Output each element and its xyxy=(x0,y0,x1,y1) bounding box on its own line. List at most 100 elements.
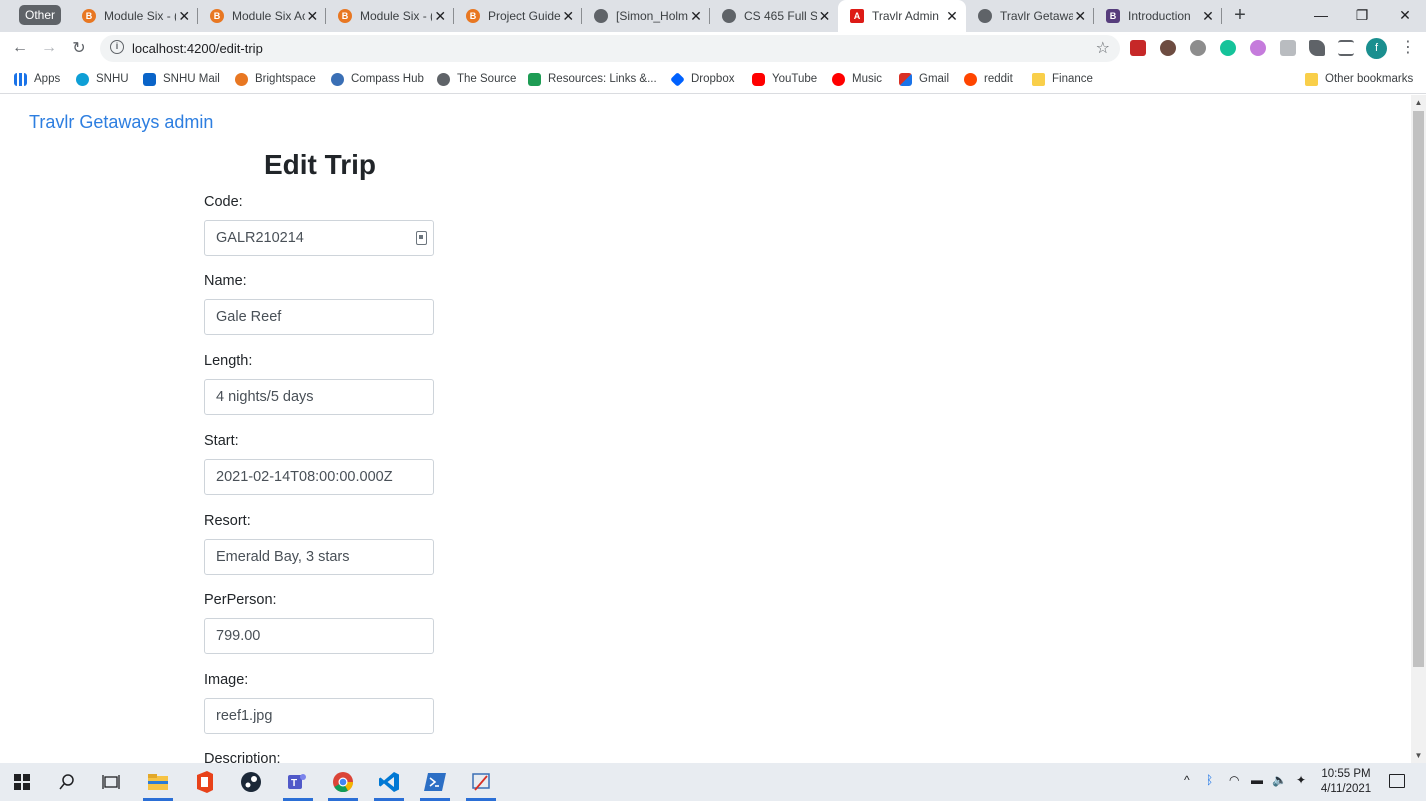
close-window-icon[interactable]: ✕ xyxy=(1384,0,1426,30)
close-tab-icon[interactable]: ✕ xyxy=(305,8,320,24)
chrome-menu-icon[interactable]: ⋮ xyxy=(1400,39,1416,57)
brand-link[interactable]: Travlr Getaways admin xyxy=(29,112,213,133)
restore-icon[interactable]: ❐ xyxy=(1341,0,1383,30)
bookmark-youtube[interactable]: YouTube xyxy=(752,70,817,88)
tab[interactable]: Travlr Getawa ✕ xyxy=(966,0,1094,32)
start-value: 2021-02-14T08:00:00.000Z xyxy=(216,469,393,485)
reading-list-icon[interactable] xyxy=(1338,40,1354,56)
bookmark-music[interactable]: Music xyxy=(832,70,882,88)
bookmark-resources[interactable]: Resources: Links &... xyxy=(528,70,657,88)
teams-icon[interactable]: T xyxy=(284,769,310,795)
scroll-up-icon[interactable]: ▲ xyxy=(1414,98,1423,107)
tab[interactable]: B Module Six - ( ✕ xyxy=(70,0,198,32)
bookmark-star-icon[interactable]: ☆ xyxy=(1096,38,1110,58)
snipping-tool-icon[interactable] xyxy=(468,769,494,795)
forward-icon[interactable]: → xyxy=(37,36,61,60)
tab[interactable]: B Project Guidel ✕ xyxy=(454,0,582,32)
puzzle-extensions-icon[interactable] xyxy=(1309,40,1325,56)
perperson-input[interactable]: 799.00 xyxy=(204,618,434,654)
minimize-icon[interactable]: ― xyxy=(1300,0,1342,30)
bookmark-dropbox[interactable]: Dropbox xyxy=(670,70,734,88)
tab-strip: Other B Module Six - ( ✕ B Module Six Ac… xyxy=(0,0,1426,32)
address-bar[interactable]: i localhost:4200/edit-trip ☆ xyxy=(100,35,1120,62)
show-hidden-icons-icon[interactable]: ^ xyxy=(1184,773,1190,787)
wifi-icon[interactable]: ◠ xyxy=(1229,773,1239,787)
start-input[interactable]: 2021-02-14T08:00:00.000Z xyxy=(204,459,434,495)
powershell-icon[interactable] xyxy=(422,769,448,795)
bookmark-the-source[interactable]: The Source xyxy=(437,70,516,88)
apps-grid-icon xyxy=(14,72,27,86)
perperson-value: 799.00 xyxy=(216,628,261,644)
close-tab-icon[interactable]: ✕ xyxy=(176,8,192,24)
close-tab-icon[interactable]: ✕ xyxy=(688,8,704,24)
close-tab-icon[interactable]: ✕ xyxy=(944,8,960,24)
bookmark-snhu[interactable]: SNHU xyxy=(76,70,129,88)
bookmark-brightspace[interactable]: Brightspace xyxy=(235,70,316,88)
password-manager-icon[interactable] xyxy=(416,231,427,245)
reload-icon[interactable]: ↻ xyxy=(67,36,91,60)
system-clock[interactable]: 10:55 PM 4/11/2021 xyxy=(1315,767,1377,797)
close-tab-icon[interactable]: ✕ xyxy=(561,8,576,24)
tab[interactable]: B Module Six Ac ✕ xyxy=(198,0,326,32)
new-tab-icon[interactable]: + xyxy=(1230,5,1250,25)
windows-start-icon[interactable] xyxy=(9,769,35,795)
page-scrollbar[interactable]: ▲ ▼ xyxy=(1411,95,1426,763)
image-input[interactable]: reef1.jpg xyxy=(204,698,434,734)
bookmark-label: Music xyxy=(852,73,883,85)
lastpass-extension-icon[interactable] xyxy=(1130,40,1146,56)
brightspace-icon: B xyxy=(338,9,352,23)
volume-icon[interactable]: 🔈 xyxy=(1272,773,1287,787)
bookmark-apps[interactable]: Apps xyxy=(14,70,60,88)
grammarly-extension-icon[interactable] xyxy=(1220,40,1236,56)
close-tab-icon[interactable]: ✕ xyxy=(432,8,448,24)
bookmark-other-bookmarks[interactable]: Other bookmarks xyxy=(1305,70,1413,88)
length-label: Length: xyxy=(204,353,253,369)
extension-icon[interactable] xyxy=(1280,40,1296,56)
code-input[interactable]: GALR210214 xyxy=(204,220,434,256)
scroll-down-icon[interactable]: ▼ xyxy=(1414,751,1423,760)
bookmark-finance-folder[interactable]: Finance xyxy=(1032,70,1093,88)
brightspace-icon xyxy=(235,72,248,86)
length-input[interactable]: 4 nights/5 days xyxy=(204,379,434,415)
resort-input[interactable]: Emerald Bay, 3 stars xyxy=(204,539,434,575)
scrollbar-thumb[interactable] xyxy=(1413,111,1424,667)
tab[interactable]: B Introduction ✕ xyxy=(1094,0,1222,32)
outlook-icon xyxy=(143,72,156,86)
tab-group-chip[interactable]: Other xyxy=(19,5,62,25)
tab[interactable]: B Module Six - ( ✕ xyxy=(326,0,454,32)
bookmark-reddit[interactable]: reddit xyxy=(964,70,1013,88)
extension-icon[interactable] xyxy=(1250,40,1266,56)
extension-icon[interactable] xyxy=(1160,40,1176,56)
dropbox-tray-icon[interactable]: ✦ xyxy=(1296,773,1306,787)
bookmark-gmail[interactable]: Gmail xyxy=(899,70,949,88)
back-icon[interactable]: ← xyxy=(8,36,32,60)
site-info-icon[interactable]: i xyxy=(110,40,124,54)
tab-title: Module Six - ( xyxy=(360,9,433,23)
battery-icon[interactable]: ▬ xyxy=(1251,773,1263,787)
close-tab-icon[interactable]: ✕ xyxy=(817,8,832,24)
chrome-icon[interactable] xyxy=(330,769,356,795)
bookmark-compass-hub[interactable]: Compass Hub xyxy=(331,70,424,88)
search-icon[interactable] xyxy=(54,769,80,795)
tab[interactable]: CS 465 Full St ✕ xyxy=(710,0,838,32)
close-tab-icon[interactable]: ✕ xyxy=(1073,8,1088,24)
tab-active[interactable]: A Travlr Admin ✕ xyxy=(838,0,966,32)
action-center-icon[interactable] xyxy=(1389,774,1405,788)
bluetooth-icon[interactable]: ᛒ xyxy=(1206,773,1213,787)
bookmark-label: Resources: Links &... xyxy=(548,73,657,85)
profile-avatar[interactable]: f xyxy=(1366,38,1387,59)
url-text[interactable]: localhost:4200/edit-trip xyxy=(132,41,263,56)
task-view-icon[interactable] xyxy=(98,769,124,795)
globe-icon xyxy=(722,9,736,23)
tab[interactable]: [Simon_Holm ✕ xyxy=(582,0,710,32)
name-input[interactable]: Gale Reef xyxy=(204,299,434,335)
globe-icon xyxy=(437,72,450,86)
steam-icon[interactable] xyxy=(238,769,264,795)
bookmark-snhu-mail[interactable]: SNHU Mail xyxy=(143,70,220,88)
brightspace-icon: B xyxy=(82,9,96,23)
file-explorer-icon[interactable] xyxy=(145,769,171,795)
office-icon[interactable] xyxy=(192,769,218,795)
close-tab-icon[interactable]: ✕ xyxy=(1200,8,1216,24)
vscode-icon[interactable] xyxy=(376,769,402,795)
extension-icon[interactable] xyxy=(1190,40,1206,56)
